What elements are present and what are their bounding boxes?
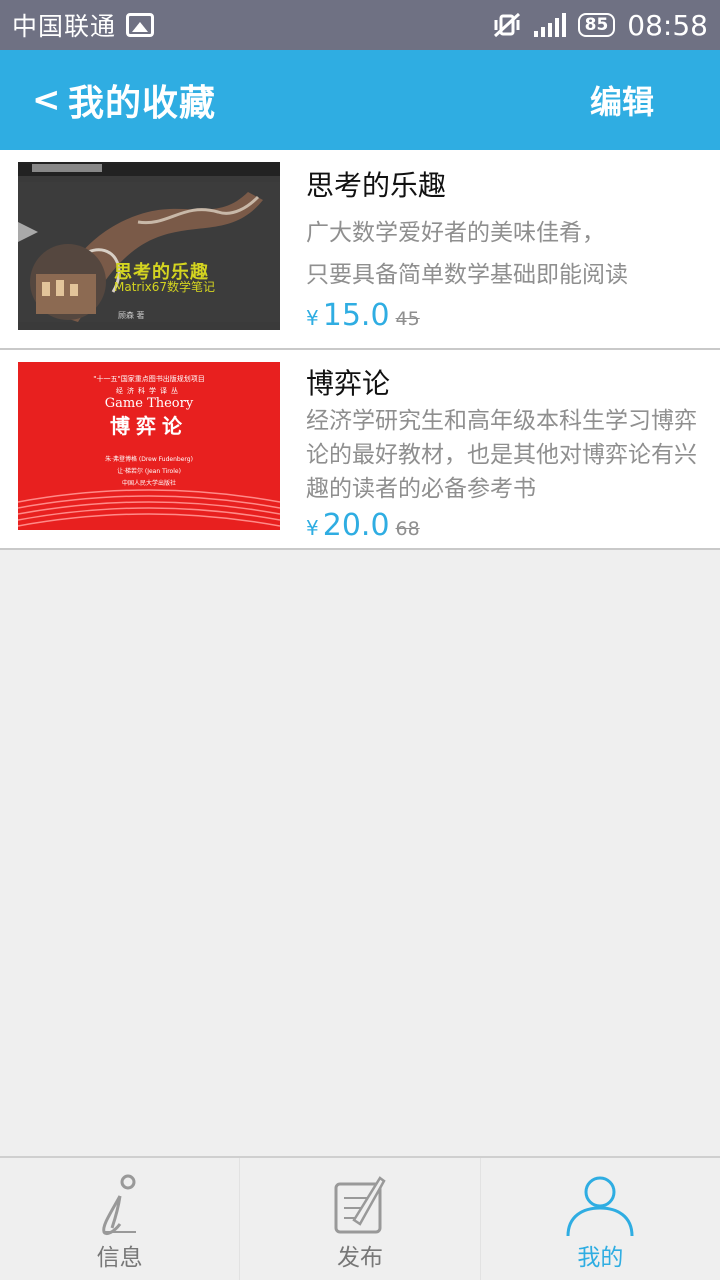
original-price: 68 xyxy=(395,518,420,540)
page-title: 我的收藏 xyxy=(68,83,217,124)
info-icon xyxy=(101,1174,136,1236)
cover-series: 经济科学译丛 xyxy=(116,387,182,395)
tab-label: 我的 xyxy=(577,1245,624,1271)
tab-label: 发布 xyxy=(336,1245,383,1271)
price-row: ¥ 15.0 45 xyxy=(306,298,706,333)
cover-top-text: "十一五"国家重点图书出版规划项目 xyxy=(93,375,205,383)
price-row: ¥ 20.0 68 xyxy=(306,508,706,543)
back-button[interactable]: < xyxy=(32,80,61,120)
vibrate-mute-icon xyxy=(493,12,520,38)
description-line: 只要具备简单数学基础即能阅读 xyxy=(306,262,628,288)
cover-pattern xyxy=(18,489,280,527)
status-bar: 中国联通 85 08:58 xyxy=(0,0,720,50)
clock-time: 08:58 xyxy=(627,8,708,42)
book-description: 广大数学爱好者的美味佳肴， 只要具备简单数学基础即能阅读 xyxy=(306,212,706,296)
cover-author: 顾森 著 xyxy=(118,311,145,320)
cover-artwork xyxy=(18,182,280,322)
tab-mine[interactable]: 我的 xyxy=(479,1158,720,1280)
description-line: 广大数学爱好者的美味佳肴， xyxy=(306,220,605,246)
favorite-item[interactable]: "十一五"国家重点图书出版规划项目 经济科学译丛 Game Theory 博弈论… xyxy=(0,350,720,550)
tab-info[interactable]: 信息 xyxy=(0,1158,239,1280)
current-price: 20.0 xyxy=(322,508,390,543)
image-notification-icon xyxy=(126,13,155,37)
book-description: 经济学研究生和高年级本科生学习博弈论的最好教材，也是其他对博弈论有兴趣的读者的必… xyxy=(306,408,697,502)
cover-subtitle: Matrix67数学笔记 xyxy=(114,280,216,294)
edit-button[interactable]: 编辑 xyxy=(590,77,654,123)
cover-author: 朱·弗登博格 (Drew Fudenberg) xyxy=(105,456,193,463)
publish-icon xyxy=(334,1176,386,1234)
book-title: 思考的乐趣 xyxy=(306,169,447,202)
cover-title: 博弈论 xyxy=(110,414,188,438)
cover-english-title: Game Theory xyxy=(104,396,194,411)
original-price: 45 xyxy=(395,308,420,330)
book-cover-image: 思考的乐趣 Matrix67数学笔记 顾森 著 xyxy=(18,162,280,330)
tab-label: 信息 xyxy=(96,1245,143,1271)
favorite-item[interactable]: 思考的乐趣 Matrix67数学笔记 顾森 著 思考的乐趣 广大数学爱好者的美味… xyxy=(0,150,720,350)
cover-author: 让·梯若尔 (Jean Tirole) xyxy=(117,468,181,475)
tab-publish[interactable]: 发布 xyxy=(239,1158,479,1280)
favorites-list: 思考的乐趣 Matrix67数学笔记 顾森 著 思考的乐趣 广大数学爱好者的美味… xyxy=(0,150,720,550)
signal-strength-icon xyxy=(533,13,566,37)
carrier-name: 中国联通 xyxy=(12,12,117,41)
user-icon xyxy=(566,1176,634,1237)
current-price: 15.0 xyxy=(322,298,390,333)
book-cover-image: "十一五"国家重点图书出版规划项目 经济科学译丛 Game Theory 博弈论… xyxy=(18,362,280,530)
book-title: 博弈论 xyxy=(306,367,391,400)
currency-symbol: ¥ xyxy=(306,516,319,540)
battery-level: 85 xyxy=(577,13,616,37)
app-bar: < 我的收藏 编辑 xyxy=(0,50,720,150)
currency-symbol: ¥ xyxy=(306,306,319,330)
bottom-tab-bar: 信息 发布 我的 xyxy=(0,1156,720,1280)
